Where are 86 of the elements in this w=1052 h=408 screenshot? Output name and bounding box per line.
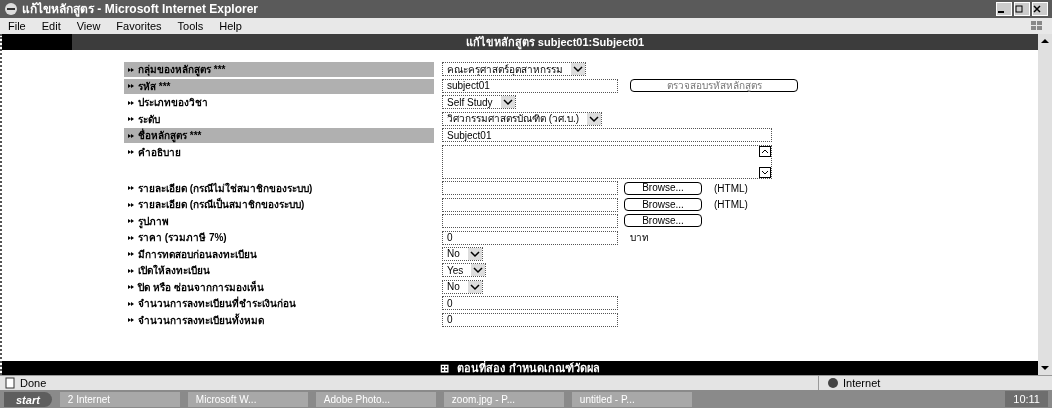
field-label: ชื่อหลักสูตร ***: [138, 128, 202, 143]
status-text: Done: [20, 375, 47, 391]
dropdown[interactable]: Self Study: [442, 95, 516, 109]
file-path-field[interactable]: [442, 181, 618, 195]
bullet-icon: [128, 267, 134, 274]
dropdown-arrow-icon: [467, 280, 482, 293]
bullet-icon: [128, 83, 134, 89]
unit-label: บาท: [630, 231, 649, 245]
field-label: กลุ่มของหลักสูตร ***: [138, 63, 226, 77]
bullet-icon: [128, 218, 134, 224]
field-label: เปิดให้ลงทะเบียน: [138, 263, 210, 278]
text-field[interactable]: 0: [442, 312, 618, 327]
window-title: แก้ไขหลักสูตร - Microsoft Internet Explorer: [22, 1, 259, 18]
button[interactable]: Browse...: [624, 181, 702, 195]
field-label: มีการทดสอบก่อนลงทะเบียน: [138, 247, 257, 262]
field-label: รูปภาพ: [138, 214, 169, 229]
dropdown[interactable]: วิศวกรรมศาสตรบัณฑิต (วศ.บ.): [442, 111, 602, 126]
field-label: ราคา (รวมภาษี 7%): [138, 231, 227, 245]
header-left-panel: [2, 34, 72, 50]
field-label: รหัส ***: [138, 79, 171, 94]
bullet-icon: [128, 185, 134, 191]
scrollbar[interactable]: [1038, 34, 1052, 375]
scroll-down-icon[interactable]: [759, 166, 771, 178]
text-field[interactable]: subject01: [442, 78, 618, 93]
menu-item[interactable]: File: [8, 17, 26, 35]
zone-text: Internet: [843, 375, 881, 391]
bullet-icon: [128, 317, 134, 323]
field-label: จำนวนการลงทะเบียนที่ชำระเงินก่อน: [138, 296, 296, 311]
button[interactable]: Browse...: [624, 198, 702, 211]
text-field[interactable]: 0: [442, 296, 618, 310]
unit-label: (HTML): [714, 181, 748, 196]
dropdown-arrow-icon: [500, 96, 515, 108]
bullet-icon: [128, 251, 134, 257]
menu-item[interactable]: Help: [219, 17, 242, 35]
dropdown[interactable]: Yes: [442, 263, 487, 277]
menu-item[interactable]: View: [76, 17, 101, 35]
bullet-icon: [128, 132, 134, 139]
menu-item[interactable]: Edit: [41, 17, 61, 35]
minimize-button[interactable]: [996, 2, 1012, 16]
bullet-icon: [128, 284, 134, 290]
text-field[interactable]: 0: [442, 230, 618, 245]
start-button[interactable]: start: [4, 391, 52, 407]
bullet-icon: [128, 66, 134, 73]
dropdown-arrow-icon: [467, 247, 482, 260]
file-path-field[interactable]: [442, 197, 618, 212]
windows-logo-icon: [1030, 20, 1044, 32]
dropdown[interactable]: คณะครุศาสตร์อุตสาหกรรม: [442, 62, 586, 76]
field-label: ประเภทของวิชา: [138, 96, 208, 110]
button[interactable]: ตรวจสอบรหัสหลักสูตร: [630, 79, 798, 92]
scroll-up-icon[interactable]: [759, 145, 771, 157]
file-path-field[interactable]: [442, 213, 618, 228]
dropdown[interactable]: No: [442, 279, 483, 294]
section-bar[interactable]: ⊞ ตอนที่สอง กำหนดเกณฑ์วัดผล: [2, 361, 1038, 375]
section-title: ตอนที่สอง กำหนดเกณฑ์วัดผล: [457, 360, 600, 376]
globe-icon: [827, 377, 839, 389]
bullet-icon: [128, 300, 134, 307]
close-icon: [1033, 5, 1041, 13]
menu-item[interactable]: Favorites: [116, 17, 162, 35]
close-button[interactable]: [1032, 2, 1048, 16]
dropdown[interactable]: No: [442, 246, 483, 261]
expand-icon: ⊞: [440, 359, 450, 377]
browser-icon: [4, 2, 18, 16]
clock: 10:11: [1005, 390, 1048, 408]
field-label: ปิด หรือ ซ่อนจากการมองเห็น: [138, 279, 264, 295]
field-label: รายละเอียด (กรณีไม่ใช่สมาชิกของระบบ): [138, 181, 313, 196]
maximize-icon: [1015, 5, 1023, 13]
field-label: รายละเอียด (กรณีเป็นสมาชิกของระบบ): [138, 197, 305, 212]
field-label: คำอธิบาย: [138, 145, 181, 160]
menu-item[interactable]: Tools: [177, 17, 204, 35]
bullet-icon: [128, 234, 134, 241]
button[interactable]: Browse...: [624, 214, 702, 227]
dropdown-arrow-icon: [471, 264, 486, 276]
field-label: จำนวนการลงทะเบียนทั้งหมด: [138, 312, 264, 328]
page-title: แก้ไขหลักสูตร subject01:Subject01: [464, 34, 646, 51]
dropdown-arrow-icon: [587, 112, 601, 125]
field-label: ระดับ: [138, 112, 160, 127]
maximize-button[interactable]: [1014, 2, 1030, 16]
dropdown-arrow-icon: [571, 63, 585, 75]
bullet-icon: [128, 116, 134, 122]
bullet-icon: [128, 149, 134, 155]
page-icon: [4, 377, 16, 389]
text-field[interactable]: Subject01: [442, 128, 772, 142]
bullet-icon: [128, 201, 134, 208]
text-area[interactable]: [442, 144, 772, 179]
bullet-icon: [128, 99, 134, 106]
unit-label: (HTML): [714, 198, 748, 212]
